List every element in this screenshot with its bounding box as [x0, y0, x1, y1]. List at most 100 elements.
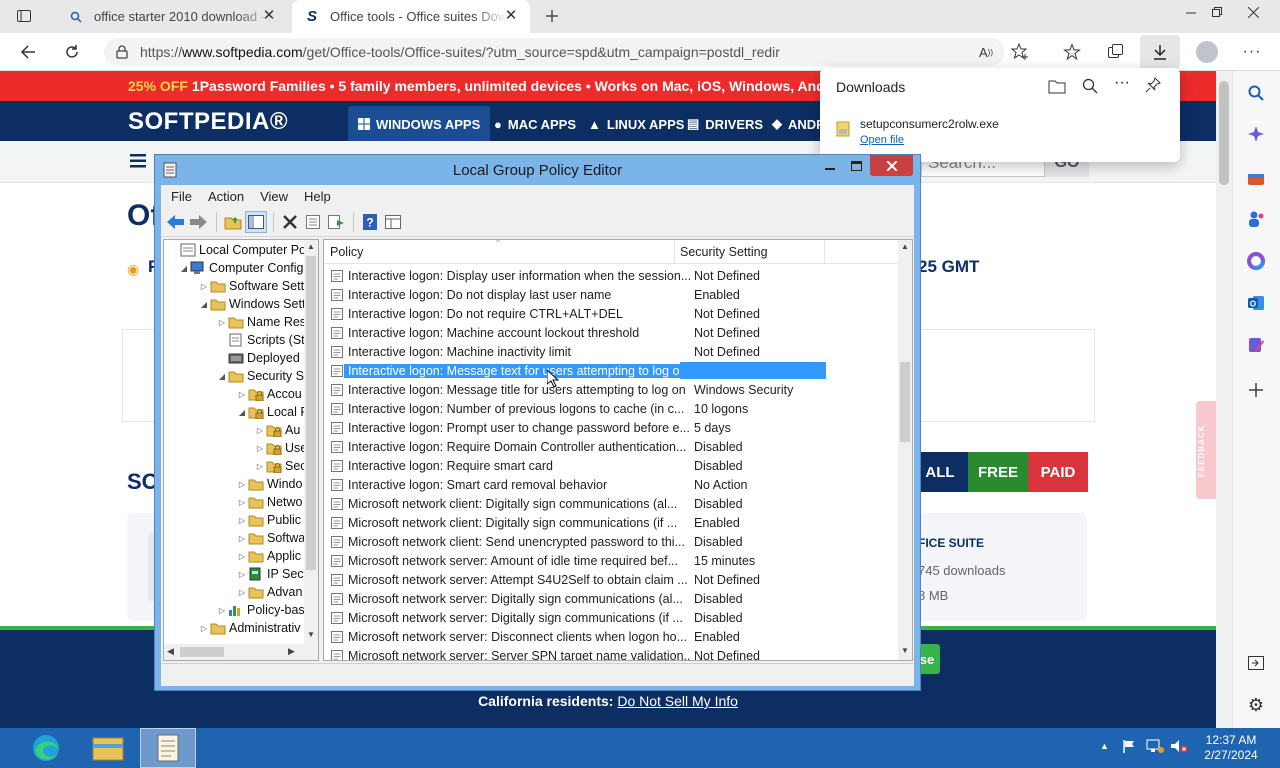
collapsed-arrow-icon[interactable]: ▷: [236, 390, 248, 399]
tab-close-icon[interactable]: ✕: [262, 8, 276, 23]
browser-tab-active[interactable]: S Office tools - Office suites Dow ✕: [292, 0, 530, 33]
menu-file[interactable]: File: [161, 189, 198, 204]
tree-hscroll-thumb[interactable]: [180, 647, 224, 657]
maximize-icon[interactable]: [843, 155, 869, 176]
up-folder-icon[interactable]: [222, 211, 244, 233]
view-pane-icon[interactable]: [382, 211, 404, 233]
pin-icon[interactable]: [1145, 77, 1161, 93]
tree-node[interactable]: Scripts (Sta: [216, 331, 312, 349]
collections-icon[interactable]: [1100, 36, 1132, 68]
gpe-app-icon[interactable]: [163, 162, 177, 178]
show-hidden-icons[interactable]: ▲: [1100, 741, 1109, 751]
tree-node[interactable]: ◢ Computer Config: [178, 259, 304, 277]
taskbar-clock[interactable]: 12:37 AM 2/27/2024: [1196, 733, 1266, 763]
collapsed-arrow-icon[interactable]: ▷: [236, 480, 248, 489]
policy-row-selected[interactable]: Interactive logon: Message text for user…: [326, 361, 826, 380]
more-options-icon[interactable]: ···: [1236, 36, 1268, 68]
export-list-icon[interactable]: [325, 211, 347, 233]
hamburger-icon[interactable]: [130, 154, 146, 168]
favorites-icon[interactable]: [1056, 36, 1088, 68]
feedback-tab[interactable]: FEEDBACK: [1196, 401, 1216, 499]
tree-node[interactable]: ▷ Au: [254, 421, 300, 439]
tree-node[interactable]: ▷ Policy-bas: [216, 601, 305, 619]
policy-row[interactable]: Interactive logon: Message title for use…: [326, 380, 826, 399]
rss-icon[interactable]: ◉: [127, 261, 139, 278]
policy-row[interactable]: Microsoft network client: Digitally sign…: [326, 494, 826, 513]
help-icon[interactable]: ?: [359, 211, 381, 233]
address-bar[interactable]: https://www.softpedia.com/get/Office-too…: [104, 38, 1004, 66]
policy-row[interactable]: Microsoft network server: Disconnect cli…: [326, 627, 826, 646]
show-hide-tree-icon[interactable]: [245, 210, 267, 233]
tree-node[interactable]: ▷ Softwa: [236, 529, 305, 547]
collapsed-arrow-icon[interactable]: ▷: [198, 282, 210, 291]
scroll-up-icon[interactable]: ▲: [901, 242, 909, 251]
tree-node[interactable]: ▷ Accou: [236, 385, 302, 403]
policy-row[interactable]: Interactive logon: Do not display last u…: [326, 285, 826, 304]
column-security-setting[interactable]: Security Setting: [680, 245, 768, 259]
policy-row[interactable]: Interactive logon: Machine account locko…: [326, 323, 826, 342]
tab-actions-icon[interactable]: [8, 0, 40, 32]
outlook-icon[interactable]: O: [1244, 291, 1268, 315]
add-favorite-icon[interactable]: [1004, 36, 1036, 68]
page-scrollbar[interactable]: [1216, 71, 1232, 728]
policy-row[interactable]: Interactive logon: Do not require CTRL+A…: [326, 304, 826, 323]
filter-free-button[interactable]: FREE: [968, 452, 1028, 492]
expanded-arrow-icon[interactable]: ◢: [178, 264, 190, 273]
m365-icon[interactable]: [1244, 249, 1268, 273]
close-icon[interactable]: [870, 155, 913, 176]
forward-arrow-icon[interactable]: [188, 211, 210, 233]
tree-node[interactable]: ▷ Use: [254, 439, 307, 457]
lock-icon[interactable]: [116, 45, 128, 59]
collapsed-arrow-icon[interactable]: ▷: [216, 318, 228, 327]
designer-icon[interactable]: [1244, 333, 1268, 357]
back-arrow-icon[interactable]: [165, 211, 187, 233]
policy-row[interactable]: Microsoft network server: Digitally sign…: [326, 589, 826, 608]
tree-node[interactable]: ◢ Local P: [236, 403, 309, 421]
column-policy[interactable]: Policy: [330, 245, 363, 259]
collapsed-arrow-icon[interactable]: ▷: [236, 534, 248, 543]
restore-icon[interactable]: [1202, 0, 1232, 24]
network-icon[interactable]: [1146, 739, 1164, 753]
download-file-name[interactable]: setupconsumerc2rolw.exe: [860, 117, 999, 131]
collapsed-arrow-icon[interactable]: ▷: [236, 588, 248, 597]
collapsed-arrow-icon[interactable]: ▷: [216, 606, 228, 615]
add-icon[interactable]: [1244, 378, 1268, 402]
volume-muted-icon[interactable]: [1170, 739, 1188, 753]
policy-row[interactable]: Interactive logon: Machine inactivity li…: [326, 342, 826, 361]
tree-node[interactable]: ▷ Software Setti: [198, 277, 307, 295]
properties-icon[interactable]: [302, 211, 324, 233]
settings-gear-icon[interactable]: ⚙: [1244, 693, 1268, 717]
menu-help[interactable]: Help: [294, 189, 337, 204]
policy-row[interactable]: Interactive logon: Prompt user to change…: [326, 418, 826, 437]
action-center-flag-icon[interactable]: [1122, 739, 1136, 753]
policy-row[interactable]: Microsoft network client: Digitally sign…: [326, 513, 826, 532]
back-button[interactable]: [12, 36, 44, 68]
page-scroll-thumb[interactable]: [1219, 81, 1229, 185]
tree-scroll-thumb[interactable]: [306, 256, 316, 570]
copilot-icon[interactable]: [1244, 122, 1268, 146]
nav-mac-apps[interactable]: ● MAC APPS: [484, 106, 586, 142]
file-explorer-taskbar-icon[interactable]: [80, 728, 136, 768]
do-not-sell-link[interactable]: Do Not Sell My Info: [617, 693, 738, 709]
nav-drivers[interactable]: ▤ DRIVERS: [677, 106, 773, 142]
edge-taskbar-icon[interactable]: [18, 728, 74, 768]
scroll-up-icon[interactable]: ▲: [307, 242, 315, 251]
policy-row[interactable]: Microsoft network server: Attempt S4U2Se…: [326, 570, 826, 589]
policy-row[interactable]: Interactive logon: Smart card removal be…: [326, 475, 826, 494]
minimize-icon[interactable]: [817, 155, 843, 176]
menu-action[interactable]: Action: [198, 189, 250, 204]
new-tab-button[interactable]: [536, 0, 568, 32]
collapsed-arrow-icon[interactable]: ▷: [236, 498, 248, 507]
collapsed-arrow-icon[interactable]: ▷: [236, 552, 248, 561]
scroll-left-icon[interactable]: ◀: [167, 646, 174, 657]
downloads-more-icon[interactable]: ···: [1114, 74, 1130, 92]
games-icon[interactable]: [1244, 207, 1268, 231]
filter-paid-button[interactable]: PAID: [1028, 452, 1088, 492]
tree-node[interactable]: Deployed: [216, 349, 300, 367]
sidebar-toggle-icon[interactable]: [1244, 651, 1268, 675]
expanded-arrow-icon[interactable]: ◢: [236, 408, 248, 417]
policy-row[interactable]: Microsoft network client: Send unencrypt…: [326, 532, 826, 551]
tab-close-icon[interactable]: ✕: [504, 8, 518, 23]
tree-node[interactable]: ▷ Sec: [254, 457, 307, 475]
collapsed-arrow-icon[interactable]: ▷: [254, 426, 266, 435]
